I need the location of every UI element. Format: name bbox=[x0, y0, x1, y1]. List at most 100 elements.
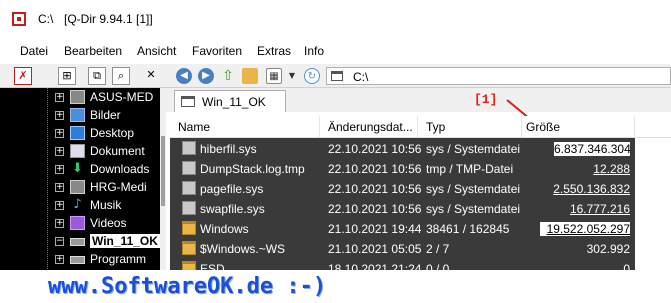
file-size: 302.992 bbox=[586, 242, 630, 256]
tree-item-label: Bilder bbox=[90, 108, 121, 122]
title-bar[interactable]: C:\ [Q-Dir 9.94.1 [1]] bbox=[0, 0, 671, 38]
table-row[interactable]: pagefile.sys 22.10.2021 10:56 sys / Syst… bbox=[170, 178, 635, 198]
pictures-icon bbox=[70, 108, 85, 122]
tree-item-selected[interactable]: − Win_11_OK bbox=[0, 232, 160, 250]
copy-icon[interactable]: ⧉ bbox=[88, 67, 106, 85]
file-size: 19.522.052.297 bbox=[540, 222, 630, 236]
scrollbar-thumb[interactable] bbox=[161, 136, 165, 206]
table-row[interactable]: hiberfil.sys 22.10.2021 10:56 sys / Syst… bbox=[170, 138, 635, 158]
file-type: 38461 / 162845 bbox=[426, 222, 510, 236]
tree-item[interactable]: + Dokument bbox=[0, 142, 160, 160]
file-date: 22.10.2021 10:56 bbox=[328, 202, 422, 216]
drive-icon bbox=[331, 71, 343, 81]
tree-item-label: Dokument bbox=[90, 144, 145, 158]
file-name: swapfile.sys bbox=[200, 202, 265, 216]
tree-item[interactable]: + Videos bbox=[0, 214, 160, 232]
column-header: Name Änderungsdat... Typ Größe bbox=[170, 116, 671, 138]
tree-item-label: HRG-Medi bbox=[90, 180, 147, 194]
menu-ansicht[interactable]: Ansicht bbox=[137, 44, 176, 58]
menu-datei[interactable]: Datei bbox=[20, 44, 48, 58]
column-type[interactable]: Typ bbox=[418, 116, 522, 138]
tab-win11[interactable]: Win_11_OK bbox=[174, 90, 286, 112]
tree-item[interactable]: + ♪ Musik bbox=[0, 196, 160, 214]
tab-bar: Win_11_OK bbox=[166, 88, 671, 112]
table-row[interactable]: Windows 21.10.2021 19:44 38461 / 162845 … bbox=[170, 218, 635, 238]
annotation-label: [1] bbox=[474, 92, 498, 107]
expand-icon[interactable]: + bbox=[55, 165, 64, 174]
file-size: 12.288 bbox=[593, 162, 630, 176]
address-input[interactable]: C:\ bbox=[353, 70, 368, 84]
expand-icon[interactable]: + bbox=[55, 219, 64, 228]
file-size: 6.837.346.304 bbox=[554, 142, 631, 156]
tree-item-label: Downloads bbox=[90, 162, 150, 176]
menu-info[interactable]: Info bbox=[304, 44, 324, 58]
menu-bar: Datei Bearbeiten Ansicht Favoriten Extra… bbox=[0, 40, 671, 62]
tab-label: Win_11_OK bbox=[202, 95, 266, 109]
file-name: $Windows.~WS bbox=[200, 242, 286, 256]
expand-icon[interactable]: + bbox=[55, 183, 64, 192]
tree-item[interactable]: + HRG-Medi bbox=[0, 178, 160, 196]
file-date: 22.10.2021 10:56 bbox=[328, 142, 422, 156]
file-name: Windows bbox=[200, 222, 249, 236]
view-mode-icon[interactable]: ▦ bbox=[266, 68, 282, 84]
tree-item[interactable]: + Desktop bbox=[0, 124, 160, 142]
expand-icon[interactable]: + bbox=[55, 111, 64, 120]
left-toolbar: ✗ ⊞ ⧉ ⌕ ✕ bbox=[0, 64, 166, 88]
tree-item-label: Programm bbox=[90, 252, 147, 266]
documents-icon bbox=[70, 144, 85, 158]
file-size: 16.777.216 bbox=[569, 202, 630, 216]
close-icon[interactable]: ✕ bbox=[142, 67, 160, 85]
file-date: 22.10.2021 10:56 bbox=[328, 162, 422, 176]
menu-favoriten[interactable]: Favoriten bbox=[192, 44, 242, 58]
search-icon[interactable]: ⌕ bbox=[112, 67, 130, 85]
tree-item[interactable]: + ASUS-MED bbox=[0, 88, 160, 106]
file-date: 21.10.2021 19:44 bbox=[328, 222, 422, 236]
up-folder-icon[interactable]: ⇧ bbox=[220, 68, 236, 84]
table-row[interactable]: $Windows.~WS 21.10.2021 05:05 2 / 7 302.… bbox=[170, 238, 635, 258]
table-row[interactable]: DumpStack.log.tmp 22.10.2021 10:56 tmp /… bbox=[170, 158, 635, 178]
grid-icon[interactable]: ⊞ bbox=[58, 67, 76, 85]
tree-item[interactable]: + ⬇ Downloads bbox=[0, 160, 160, 178]
file-type: 2 / 7 bbox=[426, 242, 450, 256]
tree-item-label: Musik bbox=[90, 198, 122, 212]
red-x-icon[interactable]: ✗ bbox=[14, 67, 32, 85]
drive-icon bbox=[181, 96, 195, 107]
tree-item-label: ASUS-MED bbox=[90, 90, 154, 104]
right-toolbar: ◀ ▶ ⇧ ▦ ▼ ↻ C:\ bbox=[166, 64, 671, 88]
file-icon bbox=[182, 161, 196, 175]
refresh-icon[interactable]: ↻ bbox=[304, 68, 320, 84]
file-date: 21.10.2021 05:05 bbox=[328, 242, 422, 256]
table-row[interactable]: swapfile.sys 22.10.2021 10:56 sys / Syst… bbox=[170, 198, 635, 218]
chevron-down-icon[interactable]: ▼ bbox=[284, 68, 300, 84]
column-name[interactable]: Name bbox=[170, 116, 320, 138]
new-folder-icon[interactable] bbox=[242, 68, 258, 84]
expand-icon[interactable]: + bbox=[55, 147, 64, 156]
file-size: 2.550.136.832 bbox=[553, 182, 630, 196]
file-icon bbox=[182, 141, 196, 155]
folder-icon bbox=[182, 221, 196, 235]
collapse-icon[interactable]: − bbox=[55, 237, 64, 246]
menu-extras[interactable]: Extras bbox=[257, 44, 291, 58]
expand-icon[interactable]: + bbox=[55, 93, 64, 102]
drive-icon bbox=[70, 238, 85, 246]
column-date[interactable]: Änderungsdat... bbox=[320, 116, 418, 138]
tree-item-label: Win_11_OK bbox=[90, 234, 160, 248]
expand-icon[interactable]: + bbox=[55, 255, 64, 264]
tree-item[interactable]: + Bilder bbox=[0, 106, 160, 124]
watermark-text: www.SoftwareOK.de :-) bbox=[48, 274, 327, 299]
tree-item[interactable]: + Programm bbox=[0, 250, 160, 268]
qdir-window: C:\ [Q-Dir 9.94.1 [1]] Datei Bearbeiten … bbox=[0, 0, 671, 303]
file-type: sys / Systemdatei bbox=[426, 142, 521, 156]
file-list[interactable]: hiberfil.sys 22.10.2021 10:56 sys / Syst… bbox=[170, 138, 635, 278]
drive-icon bbox=[70, 256, 85, 264]
forward-icon[interactable]: ▶ bbox=[198, 68, 214, 84]
downloads-icon: ⬇ bbox=[72, 161, 83, 176]
expand-icon[interactable]: + bbox=[55, 129, 64, 138]
file-type: tmp / TMP-Datei bbox=[426, 162, 514, 176]
column-size[interactable]: Größe bbox=[522, 116, 635, 138]
address-bar[interactable]: C:\ bbox=[326, 67, 671, 85]
expand-icon[interactable]: + bbox=[55, 201, 64, 210]
desktop-icon bbox=[70, 126, 85, 140]
back-icon[interactable]: ◀ bbox=[176, 68, 192, 84]
menu-bearbeiten[interactable]: Bearbeiten bbox=[64, 44, 122, 58]
